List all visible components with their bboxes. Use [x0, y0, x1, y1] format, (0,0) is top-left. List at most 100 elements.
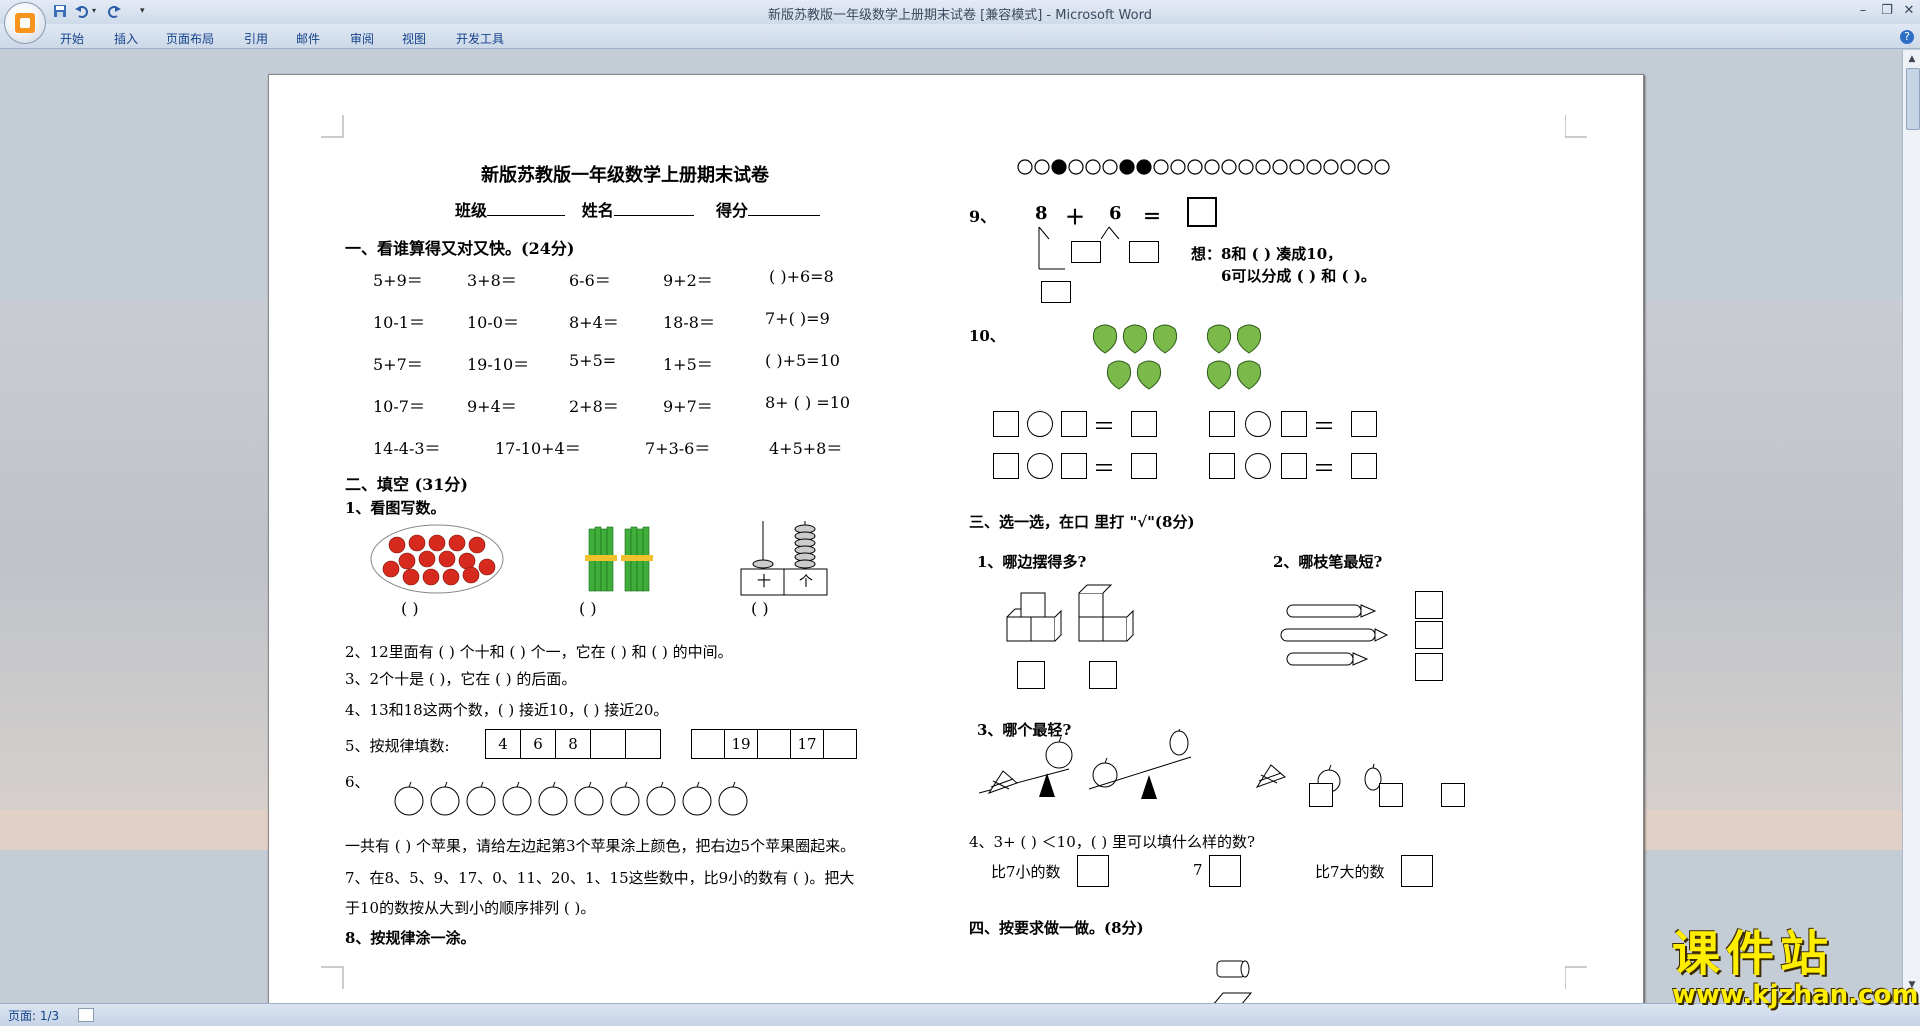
q1-answer-apples: ( ) — [401, 599, 419, 618]
abacus-ones-label: 个 — [799, 574, 813, 590]
s1-r3-c4: 1+5＝ — [663, 355, 713, 374]
s2-q6: 6、 — [345, 773, 370, 791]
s3-q2-choice-3[interactable] — [1415, 653, 1443, 681]
s1-r5-c2: 17-10+4＝ — [495, 439, 581, 458]
q10-r1-box-d[interactable] — [1209, 411, 1235, 437]
section-1-heading: 一、看谁算得又对又快。(24分) — [345, 239, 575, 258]
pencils-image — [1280, 604, 1389, 666]
q10-r1-equals-a: ＝ — [1093, 415, 1116, 440]
proofing-icon[interactable] — [78, 1008, 94, 1022]
margin-mark-bottom-right — [1565, 966, 1587, 989]
scroll-thumb[interactable] — [1906, 68, 1920, 130]
q9-split-box-2[interactable] — [1129, 241, 1159, 263]
seq1-cell-5[interactable] — [625, 729, 661, 759]
margin-mark-top-left — [321, 115, 344, 138]
abacus-image — [740, 521, 828, 596]
seq2-cell-4[interactable]: 17 — [790, 729, 824, 759]
scroll-up-icon[interactable]: ▲ — [1906, 54, 1918, 66]
vertical-scrollbar[interactable]: ▲ ▼ — [1902, 50, 1920, 1025]
document-page[interactable]: 新版苏教版一年级数学上册期末试卷 班级 姓名 得分 一、看谁算得又对又快。(24… — [268, 74, 1644, 1016]
s3-q4-seven-label: 7 — [1193, 861, 1203, 879]
q10-r1-box-a[interactable] — [993, 411, 1019, 437]
s1-r5-c1: 14-4-3＝ — [373, 439, 441, 458]
tab-page-layout[interactable]: 页面布局 — [166, 30, 214, 47]
margin-mark-bottom-left — [321, 966, 344, 989]
tab-view[interactable]: 视图 — [402, 30, 426, 47]
q9-split-box-1[interactable] — [1071, 241, 1101, 263]
q1-answer-abacus: ( ) — [751, 599, 769, 618]
q10-r2-op-b[interactable] — [1245, 453, 1271, 479]
q9-equals: ＝ — [1143, 207, 1161, 228]
s3-q1-choice-right[interactable] — [1089, 661, 1117, 689]
tab-references[interactable]: 引用 — [244, 30, 268, 47]
q10-r1-box-b[interactable] — [1061, 411, 1087, 437]
page-count-status[interactable]: 页面: 1/3 — [8, 1007, 59, 1024]
s3-q3-choice-3[interactable] — [1441, 783, 1465, 807]
s1-r2-c3: 8+4＝ — [569, 313, 619, 332]
s1-r1-c2: 3+8＝ — [467, 271, 517, 290]
seq2-cell-2[interactable]: 19 — [724, 729, 758, 759]
seq1-cell-4[interactable] — [590, 729, 626, 759]
seq2-cell-3[interactable] — [757, 729, 791, 759]
tab-developer[interactable]: 开发工具 — [456, 30, 504, 47]
minimize-icon[interactable]: – — [1856, 4, 1870, 18]
s1-r1-c3: 6-6＝ — [569, 271, 611, 290]
s1-r5-c3: 7+3-6＝ — [645, 439, 711, 458]
sticks-bundles-image — [585, 526, 653, 592]
tab-review[interactable]: 审阅 — [350, 30, 374, 47]
q9-think-line1: 想：8和 ( ) 凑成10， — [1191, 245, 1343, 263]
s3-q4-more-box[interactable] — [1401, 855, 1433, 887]
s3-q1-choice-left[interactable] — [1017, 661, 1045, 689]
q10-r2-box-f[interactable] — [1351, 453, 1377, 479]
seq1-cell-1[interactable]: 4 — [485, 729, 521, 759]
office-logo-icon — [15, 13, 35, 33]
s2-q6-text: 一共有 ( ) 个苹果，请给左边起第3个苹果涂上颜色，把右边5个苹果圈起来。 — [345, 837, 856, 855]
q10-r1-op-a[interactable] — [1027, 411, 1053, 437]
s3-q3-choice-2[interactable] — [1379, 783, 1403, 807]
s1-r2-c2: 10-0＝ — [467, 313, 519, 332]
tab-mailings[interactable]: 邮件 — [296, 30, 320, 47]
seq2-cell-5[interactable] — [823, 729, 857, 759]
seq2-cell-1[interactable] — [691, 729, 725, 759]
q10-r1-op-b[interactable] — [1245, 411, 1271, 437]
solid-shapes-image — [1211, 960, 1253, 1006]
close-icon[interactable]: ✕ — [1902, 4, 1916, 18]
s2-q3: 3、2个十是 ( )，它在 ( ) 的后面。 — [345, 670, 577, 688]
q9-answer-box[interactable] — [1187, 197, 1217, 227]
s3-q4-less-box[interactable] — [1077, 855, 1109, 887]
tab-home[interactable]: 开始 — [60, 30, 84, 47]
margin-mark-top-right — [1565, 115, 1587, 138]
s2-q7-line2: 于10的数按从大到小的顺序排列 ( )。 — [345, 899, 596, 917]
q10-r2-box-d[interactable] — [1209, 453, 1235, 479]
q10-r1-box-f[interactable] — [1351, 411, 1377, 437]
s2-q1: 1、看图写数。 — [345, 499, 446, 517]
q10-r2-box-b[interactable] — [1061, 453, 1087, 479]
q10-r1-box-e[interactable] — [1281, 411, 1307, 437]
peppers-image — [1092, 324, 1262, 390]
document-title: 新版苏教版一年级数学上册期末试卷 — [481, 165, 769, 186]
s3-q2-choice-1[interactable] — [1415, 591, 1443, 619]
restore-icon[interactable]: ❐ — [1880, 4, 1894, 18]
seq1-cell-3[interactable]: 8 — [555, 729, 591, 759]
office-button[interactable] — [4, 2, 46, 44]
s3-q2-choice-2[interactable] — [1415, 621, 1443, 649]
s3-q4-seven-box[interactable] — [1209, 855, 1241, 887]
dots-pattern — [1017, 159, 1390, 175]
apple-outlines-row — [394, 781, 748, 816]
q9-split-box-3[interactable] — [1041, 281, 1071, 303]
s2-q7-line1: 7、在8、5、9、17、0、11、20、1、15这些数中，比9小的数有 ( )。… — [345, 869, 855, 887]
help-icon[interactable]: ? — [1900, 30, 1914, 44]
class-label: 班级 — [455, 201, 488, 220]
q10-r1-box-c[interactable] — [1131, 411, 1157, 437]
s3-q4-more-label: 比7大的数 — [1315, 863, 1385, 881]
s3-q3-choice-1[interactable] — [1309, 783, 1333, 807]
q10-r2-box-c[interactable] — [1131, 453, 1157, 479]
q10-r2-op-a[interactable] — [1027, 453, 1053, 479]
s3-q4: 4、3+ ( ) ＜10，( ) 里可以填什么样的数? — [969, 833, 1256, 851]
ribbon-tab-bar — [0, 24, 1920, 49]
seq1-cell-2[interactable]: 6 — [520, 729, 556, 759]
tab-insert[interactable]: 插入 — [114, 30, 138, 47]
q10-r2-box-a[interactable] — [993, 453, 1019, 479]
q10-r1-equals-b: ＝ — [1313, 415, 1336, 440]
q10-r2-box-e[interactable] — [1281, 453, 1307, 479]
